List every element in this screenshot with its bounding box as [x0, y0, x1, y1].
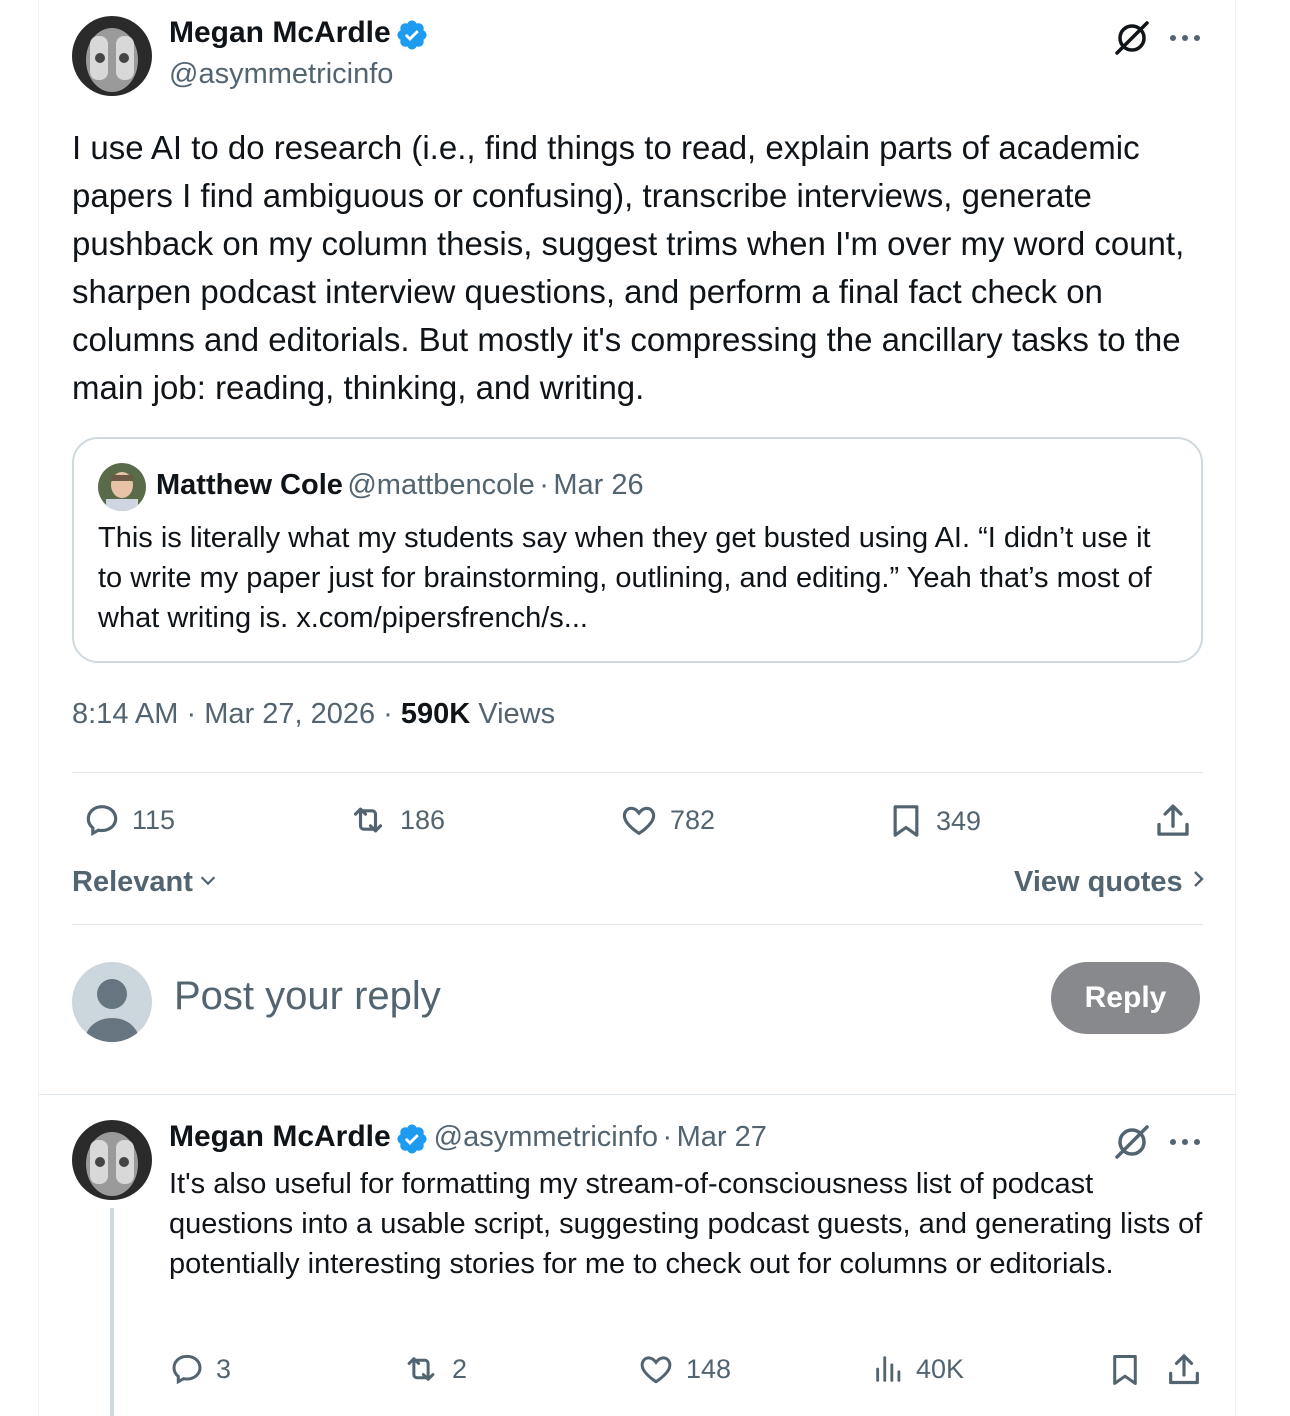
- reply-icon: [82, 800, 122, 840]
- like-button[interactable]: 148: [636, 1350, 731, 1388]
- grok-icon[interactable]: [1112, 18, 1152, 63]
- chevron-right-icon: [1189, 866, 1207, 899]
- repost-button[interactable]: 186: [346, 800, 445, 840]
- reply-count: 115: [132, 804, 176, 835]
- reply-submit-button[interactable]: Reply: [1051, 962, 1200, 1034]
- bookmark-button[interactable]: 349: [886, 800, 981, 842]
- reply-text: It's also useful for formatting my strea…: [169, 1168, 1203, 1280]
- share-icon: [1152, 800, 1194, 842]
- post-text: I use AI to do research (i.e., find thin…: [72, 129, 1185, 406]
- divider: [72, 924, 1203, 925]
- views-label: Views: [478, 698, 556, 730]
- post-time[interactable]: 8:14 AM: [72, 698, 178, 730]
- meta-separator: ·: [186, 698, 197, 730]
- sort-label: Relevant: [72, 866, 193, 898]
- quote-author-avatar: [98, 463, 146, 511]
- reply-author-handle[interactable]: @asymmetricinfo: [434, 1121, 658, 1153]
- like-button[interactable]: 782: [618, 800, 715, 840]
- view-quotes-link[interactable]: View quotes: [1014, 866, 1207, 899]
- divider: [72, 772, 1203, 773]
- reply-input[interactable]: Post your reply: [174, 974, 441, 1019]
- quote-author-line: Matthew Cole @mattbencole · Mar 26: [156, 469, 644, 502]
- thread-line: [110, 1208, 114, 1416]
- share-button[interactable]: [1164, 1350, 1204, 1390]
- author-name[interactable]: Megan McArdle: [169, 16, 391, 49]
- grok-icon[interactable]: [1112, 1122, 1152, 1167]
- reply-separator: ·: [662, 1121, 673, 1153]
- bookmark-button[interactable]: [1106, 1350, 1144, 1390]
- views-button[interactable]: 40K: [872, 1350, 964, 1388]
- verified-badge-icon: [395, 18, 429, 57]
- author-avatar[interactable]: [72, 16, 152, 96]
- sort-replies-button[interactable]: Relevant: [72, 866, 219, 899]
- reply-author-name[interactable]: Megan McArdle: [169, 1120, 391, 1153]
- reply-date[interactable]: Mar 27: [677, 1121, 767, 1153]
- views-icon: [872, 1350, 906, 1388]
- share-button[interactable]: [1152, 800, 1194, 842]
- like-icon: [618, 800, 660, 840]
- reply-button[interactable]: 3: [168, 1350, 231, 1388]
- reply-button[interactable]: 115: [82, 800, 175, 840]
- reply-count: 3: [216, 1353, 232, 1384]
- repost-icon: [346, 800, 390, 840]
- divider: [39, 1094, 1236, 1095]
- quoted-post[interactable]: Matthew Cole @mattbencole · Mar 26 This …: [72, 437, 1203, 663]
- bookmark-icon: [1106, 1350, 1144, 1390]
- repost-button[interactable]: 2: [400, 1350, 467, 1388]
- post-date[interactable]: Mar 27, 2026: [204, 698, 375, 730]
- quote-author-name: Matthew Cole: [156, 469, 343, 501]
- like-count: 148: [686, 1353, 732, 1384]
- bookmark-count: 349: [936, 805, 982, 836]
- chevron-down-icon: [197, 866, 219, 899]
- more-icon[interactable]: [1168, 24, 1202, 57]
- author-handle[interactable]: @asymmetricinfo: [169, 58, 393, 91]
- quote-text: This is literally what my students say w…: [98, 522, 1152, 634]
- post-meta: 8:14 AM · Mar 27, 2026 · 590K Views: [72, 698, 555, 731]
- views-count: 590K: [400, 698, 471, 730]
- reply-icon: [168, 1350, 206, 1388]
- meta-separator-2: ·: [383, 698, 393, 730]
- repost-count: 2: [452, 1353, 468, 1384]
- verified-badge-icon: [395, 1122, 429, 1161]
- views-count: 40K: [916, 1353, 965, 1384]
- reply-author-avatar[interactable]: [72, 1120, 152, 1200]
- author-line: Megan McArdle: [169, 16, 429, 57]
- reply-author-line: Megan McArdle @asymmetricinfo · Mar 27: [169, 1120, 767, 1161]
- like-icon: [636, 1350, 676, 1388]
- bookmark-icon: [886, 800, 926, 842]
- repost-count: 186: [400, 804, 446, 835]
- quote-author-handle: @mattbencole: [347, 469, 535, 501]
- like-count: 782: [670, 804, 716, 835]
- quote-date: Mar 26: [553, 469, 644, 501]
- share-icon: [1164, 1350, 1204, 1390]
- repost-icon: [400, 1350, 442, 1388]
- current-user-avatar[interactable]: [72, 962, 152, 1042]
- more-icon[interactable]: [1168, 1128, 1202, 1161]
- view-quotes-label: View quotes: [1014, 866, 1183, 898]
- quote-separator: ·: [539, 469, 549, 501]
